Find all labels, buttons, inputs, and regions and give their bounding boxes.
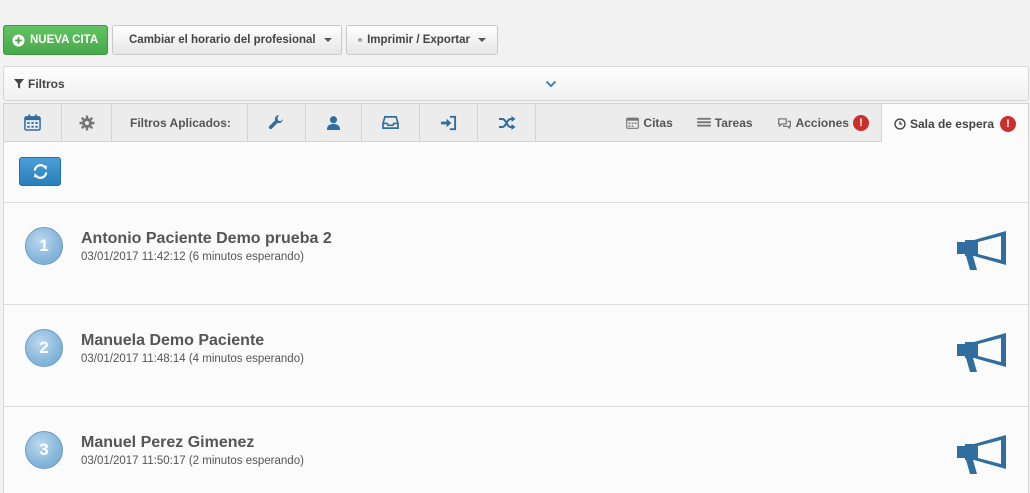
patient-name: Manuel Perez Gimenez bbox=[81, 434, 255, 451]
waiting-patient-row[interactable]: 2 Manuela Demo Paciente 03/01/2017 11:48… bbox=[4, 304, 1028, 406]
view-tabs-bar: Filtros Aplicados: Citas Tareas Acciones… bbox=[3, 103, 1029, 144]
bullhorn-icon[interactable] bbox=[956, 332, 1010, 374]
login-filter-button[interactable] bbox=[420, 104, 478, 141]
tools-filter-button[interactable] bbox=[248, 104, 306, 141]
tab-citas[interactable]: Citas bbox=[614, 104, 684, 141]
bullhorn-icon[interactable] bbox=[956, 230, 1010, 272]
tab-sala-de-espera[interactable]: Sala de espera ! bbox=[880, 104, 1028, 144]
patient-name: Manuela Demo Paciente bbox=[81, 332, 265, 349]
calendar-icon bbox=[24, 114, 41, 131]
waiting-patient-row[interactable]: 1 Antonio Paciente Demo prueba 2 03/01/2… bbox=[4, 202, 1028, 304]
queue-number-badge: 1 bbox=[25, 227, 63, 265]
filter-icon bbox=[14, 78, 24, 89]
clock-icon bbox=[894, 118, 906, 130]
filters-label: Filtros bbox=[28, 76, 65, 91]
calendar-icon bbox=[626, 117, 640, 129]
professional-filter-button[interactable] bbox=[306, 104, 362, 141]
waiting-room-panel: 1 Antonio Paciente Demo prueba 2 03/01/2… bbox=[3, 142, 1029, 493]
wrench-icon bbox=[268, 115, 283, 130]
chevron-down-icon bbox=[323, 38, 332, 42]
plus-circle-icon bbox=[12, 33, 25, 47]
alert-badge: ! bbox=[1000, 116, 1016, 132]
print-export-button[interactable]: Imprimir / Exportar bbox=[346, 25, 498, 55]
inbox-filter-button[interactable] bbox=[362, 104, 420, 141]
random-icon bbox=[498, 115, 515, 130]
print-icon bbox=[358, 38, 363, 42]
tab-acciones-label: Acciones bbox=[795, 115, 849, 130]
tab-tareas-label: Tareas bbox=[714, 115, 753, 130]
change-schedule-button[interactable]: Cambiar el horario del profesional bbox=[112, 25, 342, 55]
applied-filters-label: Filtros Aplicados: bbox=[112, 104, 248, 141]
chevron-down-icon bbox=[478, 38, 486, 42]
tabs-spacer bbox=[536, 104, 614, 141]
bullhorn-icon[interactable] bbox=[956, 434, 1010, 476]
queue-number-badge: 3 bbox=[25, 431, 63, 469]
refresh-icon bbox=[33, 164, 47, 179]
arrival-time: 03/01/2017 11:42:12 (6 minutos esperando… bbox=[81, 251, 304, 263]
tab-sala-de-espera-label: Sala de espera bbox=[909, 117, 994, 131]
sign-in-icon bbox=[440, 115, 457, 130]
new-appointment-button[interactable]: NUEVA CITA bbox=[3, 25, 108, 55]
refresh-button[interactable] bbox=[19, 157, 61, 186]
print-export-label: Imprimir / Exportar bbox=[367, 34, 470, 46]
random-filter-button[interactable] bbox=[478, 104, 536, 141]
new-appointment-label: NUEVA CITA bbox=[30, 34, 99, 46]
arrival-time: 03/01/2017 11:50:17 (2 minutos esperando… bbox=[81, 455, 304, 467]
toolbar: NUEVA CITA Cambiar el horario del profes… bbox=[3, 25, 498, 55]
waiting-patient-row[interactable]: 3 Manuel Perez Gimenez 03/01/2017 11:50:… bbox=[4, 406, 1028, 493]
comments-icon bbox=[777, 117, 791, 129]
arrival-time: 03/01/2017 11:48:14 (4 minutos esperando… bbox=[81, 353, 304, 365]
tab-tareas[interactable]: Tareas bbox=[685, 104, 765, 141]
tab-acciones[interactable]: Acciones ! bbox=[765, 104, 881, 141]
filters-panel[interactable]: Filtros bbox=[3, 66, 1029, 101]
list-icon bbox=[696, 117, 711, 127]
queue-number-badge: 2 bbox=[25, 329, 63, 367]
calendar-view-button[interactable] bbox=[4, 104, 62, 141]
change-schedule-label: Cambiar el horario del profesional bbox=[129, 34, 316, 46]
alert-badge: ! bbox=[852, 114, 869, 131]
patient-name: Antonio Paciente Demo prueba 2 bbox=[81, 230, 332, 247]
tab-citas-label: Citas bbox=[643, 115, 673, 130]
settings-button[interactable] bbox=[62, 104, 112, 141]
user-icon bbox=[326, 115, 341, 130]
inbox-icon bbox=[382, 116, 399, 129]
gear-icon bbox=[79, 115, 94, 130]
chevron-down-icon[interactable] bbox=[544, 77, 558, 91]
